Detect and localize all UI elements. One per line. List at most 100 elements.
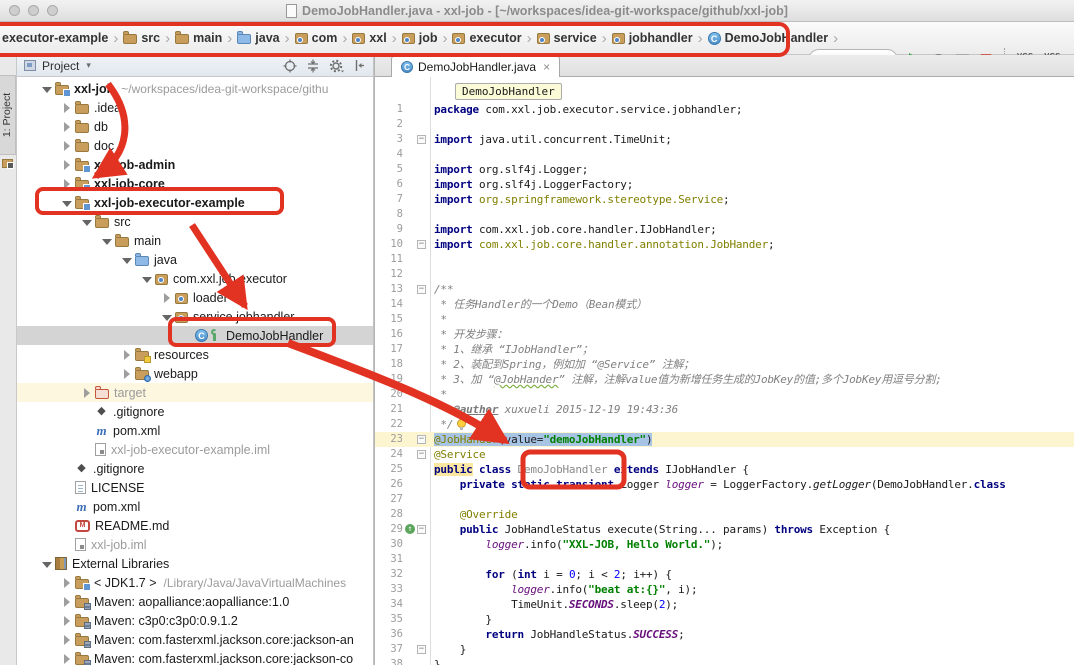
code-line-16[interactable]: 16 * 开发步骤： bbox=[375, 327, 1074, 342]
breadcrumb-item-service[interactable]: service bbox=[537, 31, 597, 45]
code-line-24[interactable]: 24−@Service bbox=[375, 447, 1074, 462]
collapse-arrow-icon[interactable] bbox=[141, 273, 153, 285]
code-line-33[interactable]: 33 logger.info("beat at:{}", i); bbox=[375, 582, 1074, 597]
code-line-8[interactable]: 8 bbox=[375, 207, 1074, 222]
minimize-window-icon[interactable] bbox=[28, 5, 39, 16]
tree-item-xxl-job[interactable]: xxl-job~/workspaces/idea-git-workspace/g… bbox=[17, 79, 373, 98]
fold-marker-icon[interactable]: − bbox=[417, 240, 426, 249]
gear-icon[interactable] bbox=[329, 59, 344, 73]
expand-arrow-icon[interactable] bbox=[61, 634, 73, 646]
collapse-arrow-icon[interactable] bbox=[61, 197, 73, 209]
fold-marker-icon[interactable]: − bbox=[417, 645, 426, 654]
collapse-arrow-icon[interactable] bbox=[121, 254, 133, 266]
code-line-20[interactable]: 20 * bbox=[375, 387, 1074, 402]
zoom-window-icon[interactable] bbox=[47, 5, 58, 16]
dock-icon[interactable] bbox=[353, 59, 366, 72]
tree-item-target[interactable]: target bbox=[17, 383, 373, 402]
tree-item--gitignore[interactable]: ◆.gitignore bbox=[17, 402, 373, 421]
code-line-6[interactable]: 6import org.slf4j.LoggerFactory; bbox=[375, 177, 1074, 192]
code-line-36[interactable]: 36 return JobHandleStatus.SUCCESS; bbox=[375, 627, 1074, 642]
tree-item-xxl-job-admin[interactable]: xxl-job-admin bbox=[17, 155, 373, 174]
tree-item-service-jobhandler[interactable]: service.jobhandler bbox=[17, 307, 373, 326]
tree-item-pom-xml[interactable]: mpom.xml bbox=[17, 421, 373, 440]
tree-item-maven-c3p0-c3p0-0-9-1-2[interactable]: Maven: c3p0:c3p0:0.9.1.2 bbox=[17, 611, 373, 630]
breadcrumb-item-java[interactable]: java bbox=[237, 31, 279, 45]
collapse-arrow-icon[interactable] bbox=[161, 311, 173, 323]
code-line-38[interactable]: 38} bbox=[375, 657, 1074, 665]
code-line-27[interactable]: 27 bbox=[375, 492, 1074, 507]
code-line-11[interactable]: 11 bbox=[375, 252, 1074, 267]
expand-arrow-icon[interactable] bbox=[61, 615, 73, 627]
collapse-arrow-icon[interactable] bbox=[81, 216, 93, 228]
expand-arrow-icon[interactable] bbox=[161, 292, 173, 304]
code-line-9[interactable]: 9import com.xxl.job.core.handler.IJobHan… bbox=[375, 222, 1074, 237]
intention-bulb-icon[interactable] bbox=[457, 419, 466, 428]
code-line-21[interactable]: 21 * @author xuxueli 2015-12-19 19:43:36 bbox=[375, 402, 1074, 417]
fold-marker-icon[interactable]: − bbox=[417, 435, 426, 444]
tree-item-maven-com-fasterxml-jackson-core-jackson-co[interactable]: Maven: com.fasterxml.jackson.core:jackso… bbox=[17, 649, 373, 665]
breadcrumb-item-com[interactable]: com bbox=[295, 31, 338, 45]
expand-arrow-icon[interactable] bbox=[61, 159, 73, 171]
code-line-32[interactable]: 32 for (int i = 0; i < 2; i++) { bbox=[375, 567, 1074, 582]
breadcrumb-item-job[interactable]: job bbox=[402, 31, 438, 45]
close-icon[interactable]: × bbox=[543, 60, 550, 74]
fold-marker-icon[interactable]: − bbox=[417, 135, 426, 144]
code-line-7[interactable]: 7import org.springframework.stereotype.S… bbox=[375, 192, 1074, 207]
breadcrumb-item-src[interactable]: src bbox=[123, 31, 160, 45]
breadcrumb-item-executor-example[interactable]: executor-example bbox=[2, 31, 108, 45]
collapse-arrow-icon[interactable] bbox=[101, 235, 113, 247]
fold-marker-icon[interactable]: − bbox=[417, 450, 426, 459]
breadcrumb-item-executor[interactable]: executor bbox=[452, 31, 521, 45]
code-line-37[interactable]: 37− } bbox=[375, 642, 1074, 657]
expand-arrow-icon[interactable] bbox=[61, 178, 73, 190]
collapse-arrow-icon[interactable] bbox=[41, 558, 53, 570]
tree-item-resources[interactable]: resources bbox=[17, 345, 373, 364]
breadcrumb-item-main[interactable]: main bbox=[175, 31, 222, 45]
tree-item-pom-xml[interactable]: mpom.xml bbox=[17, 497, 373, 516]
breadcrumb-item-demojobhandler[interactable]: CDemoJobHandler bbox=[708, 31, 829, 45]
tree-item-license[interactable]: LICENSE bbox=[17, 478, 373, 497]
tree-item--idea[interactable]: .idea bbox=[17, 98, 373, 117]
code-line-22[interactable]: 22 */ bbox=[375, 417, 1074, 432]
collapse-icon[interactable] bbox=[306, 59, 320, 73]
code-line-10[interactable]: 10−import com.xxl.job.core.handler.annot… bbox=[375, 237, 1074, 252]
code-line-13[interactable]: 13−/** bbox=[375, 282, 1074, 297]
tree-item-readme-md[interactable]: MREADME.md bbox=[17, 516, 373, 535]
tree-item-webapp[interactable]: webapp bbox=[17, 364, 373, 383]
window-controls[interactable] bbox=[9, 5, 58, 16]
code-line-25[interactable]: 25public class DemoJobHandler extends IJ… bbox=[375, 462, 1074, 477]
code-line-28[interactable]: 28 @Override bbox=[375, 507, 1074, 522]
fold-marker-icon[interactable]: − bbox=[417, 525, 426, 534]
tree-item-main[interactable]: main bbox=[17, 231, 373, 250]
code-line-18[interactable]: 18 * 2、装配到Spring，例如加 “@Service” 注解； bbox=[375, 357, 1074, 372]
tree-item-loader[interactable]: loader bbox=[17, 288, 373, 307]
tree-item-xxl-job-core[interactable]: xxl-job-core bbox=[17, 174, 373, 193]
code-line-29[interactable]: 29−↑ public JobHandleStatus execute(Stri… bbox=[375, 522, 1074, 537]
code-line-12[interactable]: 12 bbox=[375, 267, 1074, 282]
code-line-5[interactable]: 5import org.slf4j.Logger; bbox=[375, 162, 1074, 177]
expand-arrow-icon[interactable] bbox=[81, 387, 93, 399]
code-line-14[interactable]: 14 * 任务Handler的一个Demo（Bean模式） bbox=[375, 297, 1074, 312]
project-tool-window-tab[interactable]: 1: Project bbox=[0, 75, 16, 155]
code-line-3[interactable]: 3−import java.util.concurrent.TimeUnit; bbox=[375, 132, 1074, 147]
tree-item--gitignore[interactable]: ◆.gitignore bbox=[17, 459, 373, 478]
editor-tab-demojobhandler[interactable]: C DemoJobHandler.java × bbox=[391, 56, 560, 77]
collapse-arrow-icon[interactable] bbox=[41, 83, 53, 95]
breadcrumb-item-xxl[interactable]: xxl bbox=[352, 31, 386, 45]
code-area[interactable]: 1package com.xxl.job.executor.service.jo… bbox=[375, 102, 1074, 665]
expand-arrow-icon[interactable] bbox=[61, 577, 73, 589]
code-line-31[interactable]: 31 bbox=[375, 552, 1074, 567]
expand-arrow-icon[interactable] bbox=[121, 349, 133, 361]
expand-arrow-icon[interactable] bbox=[61, 140, 73, 152]
close-window-icon[interactable] bbox=[9, 5, 20, 16]
code-editor[interactable]: DemoJobHandler 1package com.xxl.job.exec… bbox=[374, 77, 1074, 665]
code-line-19[interactable]: 19 * 3、加 “@JobHander” 注解，注解value值为新增任务生成… bbox=[375, 372, 1074, 387]
tree-item-xxl-job-executor-example-iml[interactable]: xxl-job-executor-example.iml bbox=[17, 440, 373, 459]
code-line-35[interactable]: 35 } bbox=[375, 612, 1074, 627]
code-line-26[interactable]: 26 private static transient Logger logge… bbox=[375, 477, 1074, 492]
code-line-4[interactable]: 4 bbox=[375, 147, 1074, 162]
expand-arrow-icon[interactable] bbox=[61, 653, 73, 665]
expand-arrow-icon[interactable] bbox=[121, 368, 133, 380]
override-method-icon[interactable]: ↑ bbox=[405, 524, 415, 534]
tree-item-com-xxl-job-executor[interactable]: com.xxl.job.executor bbox=[17, 269, 373, 288]
